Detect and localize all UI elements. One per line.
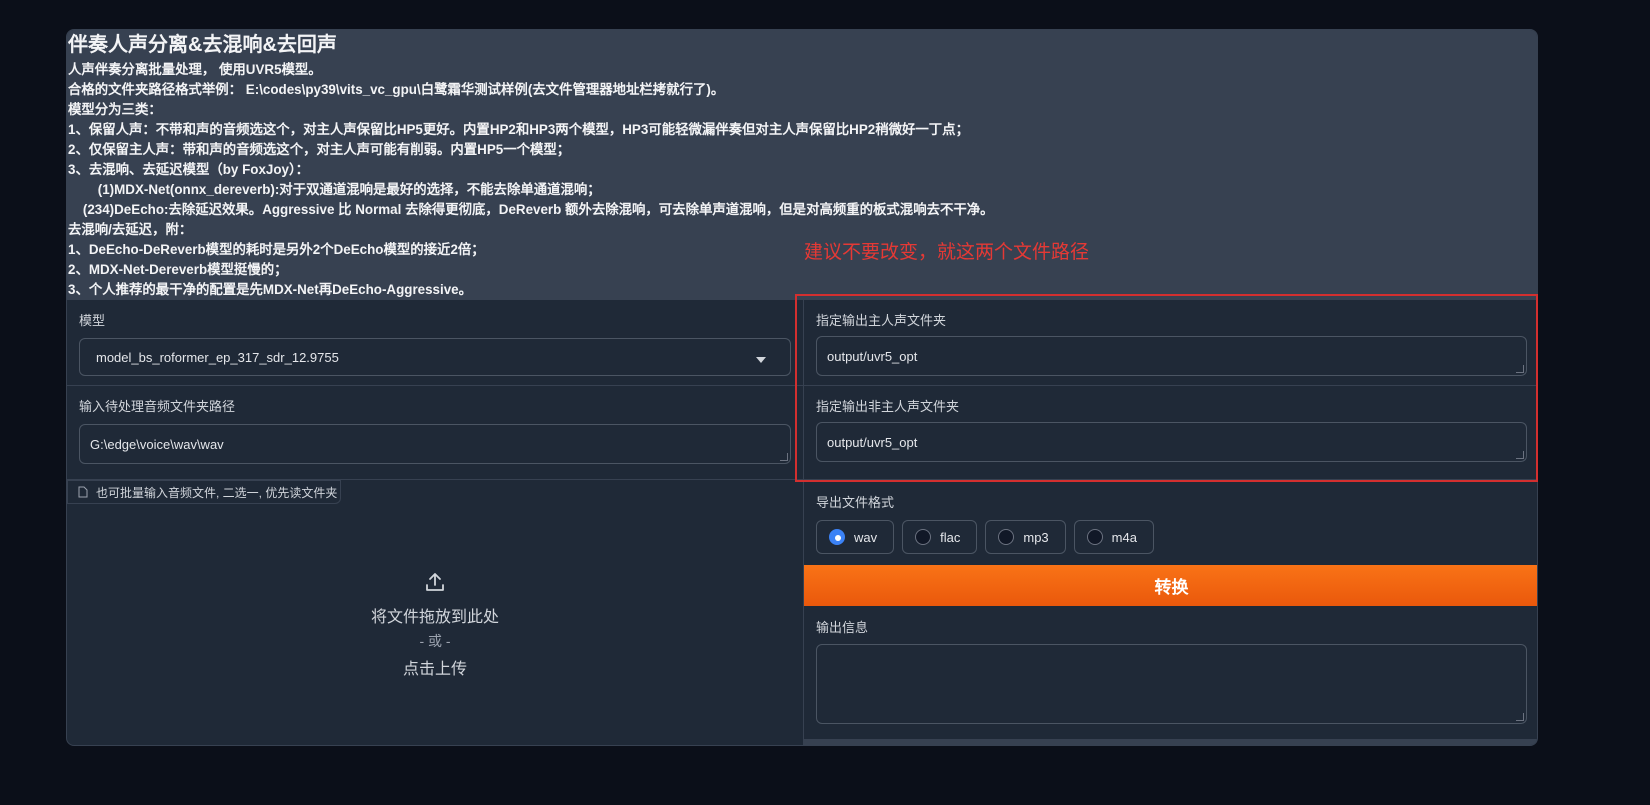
input-dir-label: 输入待处理音频文件夹路径 bbox=[79, 399, 236, 414]
intro-line: 3、去混响、去延迟模型（by FoxJoy）： bbox=[68, 162, 310, 177]
file-chip-label: 也可批量输入音频文件, 二选一, 优先读文件夹 bbox=[96, 485, 338, 500]
format-option-label: wav bbox=[854, 529, 878, 545]
annotation-text: 建议不要改变，就这两个文件路径 bbox=[804, 242, 1090, 263]
upload-click-text: 点击上传 bbox=[402, 661, 467, 678]
panel-footer-strip bbox=[804, 739, 1537, 745]
resize-handle-icon[interactable] bbox=[780, 453, 788, 461]
format-option-label: mp3 bbox=[1023, 529, 1049, 545]
output-info-field[interactable] bbox=[816, 644, 1527, 724]
intro-line: 合格的文件夹路径格式举例： E:\codes\py39\vits_vc_gpu\… bbox=[68, 82, 725, 97]
uvr5-panel: 伴奏人声分离&去混响&去回声 人声伴奏分离批量处理， 使用UVR5模型。 合格的… bbox=[66, 29, 1538, 746]
intro-line: 1、DeEcho-DeReverb模型的耗时是另外2个DeEcho模型的接近2倍… bbox=[68, 242, 485, 257]
ins-output-field[interactable]: output/uvr5_opt bbox=[816, 422, 1527, 462]
chevron-down-icon bbox=[756, 357, 766, 363]
intro-title: 伴奏人声分离&去混响&去回声 bbox=[68, 34, 337, 56]
model-dropdown[interactable]: model_bs_roformer_ep_317_sdr_12.9755 bbox=[79, 338, 791, 376]
format-option-label: flac bbox=[940, 529, 961, 545]
vocal-output-value: output/uvr5_opt bbox=[827, 348, 918, 364]
input-dir-field[interactable]: G:\edge\voice\wav\wav bbox=[79, 424, 791, 464]
resize-handle-icon[interactable] bbox=[1516, 713, 1524, 721]
radio-icon bbox=[1086, 529, 1103, 545]
radio-icon bbox=[915, 529, 932, 545]
ins-output-block: 指定输出非主人声文件夹 output/uvr5_opt bbox=[804, 386, 1537, 480]
intro-line: 去混响/去延迟，附： bbox=[68, 222, 193, 237]
format-option-mp3[interactable]: mp3 bbox=[985, 520, 1066, 554]
vocal-output-block: 指定输出主人声文件夹 output/uvr5_opt bbox=[804, 300, 1537, 386]
input-dir-block: 输入待处理音频文件夹路径 G:\edge\voice\wav\wav bbox=[67, 386, 803, 480]
resize-handle-icon[interactable] bbox=[1516, 451, 1524, 459]
upload-icon bbox=[426, 573, 444, 591]
format-label: 导出文件格式 bbox=[816, 495, 895, 510]
intro-line: 人声伴奏分离批量处理， 使用UVR5模型。 bbox=[68, 62, 322, 77]
format-option-wav[interactable]: wav bbox=[816, 520, 895, 554]
intro-line: 2、MDX-Net-Dereverb模型挺慢的； bbox=[68, 262, 288, 277]
intro-line: 1、保留人声：不带和声的音频选这个，对主人声保留比HP5更好。内置HP2和HP3… bbox=[68, 122, 969, 137]
upload-or-text: - 或 - bbox=[419, 633, 451, 649]
file-upload-tab[interactable]: 也可批量输入音频文件, 二选一, 优先读文件夹 bbox=[67, 480, 341, 504]
file-icon bbox=[78, 486, 88, 498]
intro-markdown: 伴奏人声分离&去混响&去回声 人声伴奏分离批量处理， 使用UVR5模型。 合格的… bbox=[67, 30, 1537, 300]
ins-output-label: 指定输出非主人声文件夹 bbox=[816, 399, 960, 414]
model-block: 模型 model_bs_roformer_ep_317_sdr_12.9755 bbox=[67, 300, 803, 386]
model-label: 模型 bbox=[79, 313, 106, 328]
format-radio-group: wav flac mp3 m4a bbox=[816, 520, 1154, 554]
model-value: model_bs_roformer_ep_317_sdr_12.9755 bbox=[96, 349, 339, 365]
intro-line: 2、仅保留主人声：带和声的音频选这个，对主人声可能有削弱。内置HP5一个模型； bbox=[68, 142, 571, 157]
upload-dropzone[interactable]: 将文件拖放到此处 - 或 - 点击上传 bbox=[67, 504, 803, 745]
intro-line: (234)DeEcho:去除延迟效果。Aggressive 比 Normal 去… bbox=[68, 202, 994, 217]
vocal-output-field[interactable]: output/uvr5_opt bbox=[816, 336, 1527, 376]
output-info-label: 输出信息 bbox=[816, 620, 869, 635]
ins-output-value: output/uvr5_opt bbox=[827, 434, 918, 450]
convert-button[interactable]: 转换 bbox=[804, 565, 1537, 606]
format-option-m4a[interactable]: m4a bbox=[1073, 520, 1154, 554]
vocal-output-label: 指定输出主人声文件夹 bbox=[816, 313, 947, 328]
radio-selected-icon bbox=[829, 529, 845, 545]
radio-icon bbox=[998, 529, 1015, 545]
upload-drop-text: 将文件拖放到此处 bbox=[370, 609, 499, 626]
intro-line: 3、个人推荐的最干净的配置是先MDX-Net再DeEcho-Aggressive… bbox=[68, 282, 472, 297]
intro-line: 模型分为三类： bbox=[68, 102, 162, 117]
format-option-flac[interactable]: flac bbox=[902, 520, 978, 554]
format-option-label: m4a bbox=[1111, 529, 1137, 545]
intro-line: (1)MDX-Net(onnx_dereverb):对于双通道混响是最好的选择，… bbox=[68, 182, 601, 197]
input-dir-value: G:\edge\voice\wav\wav bbox=[90, 436, 224, 452]
resize-handle-icon[interactable] bbox=[1516, 365, 1524, 373]
